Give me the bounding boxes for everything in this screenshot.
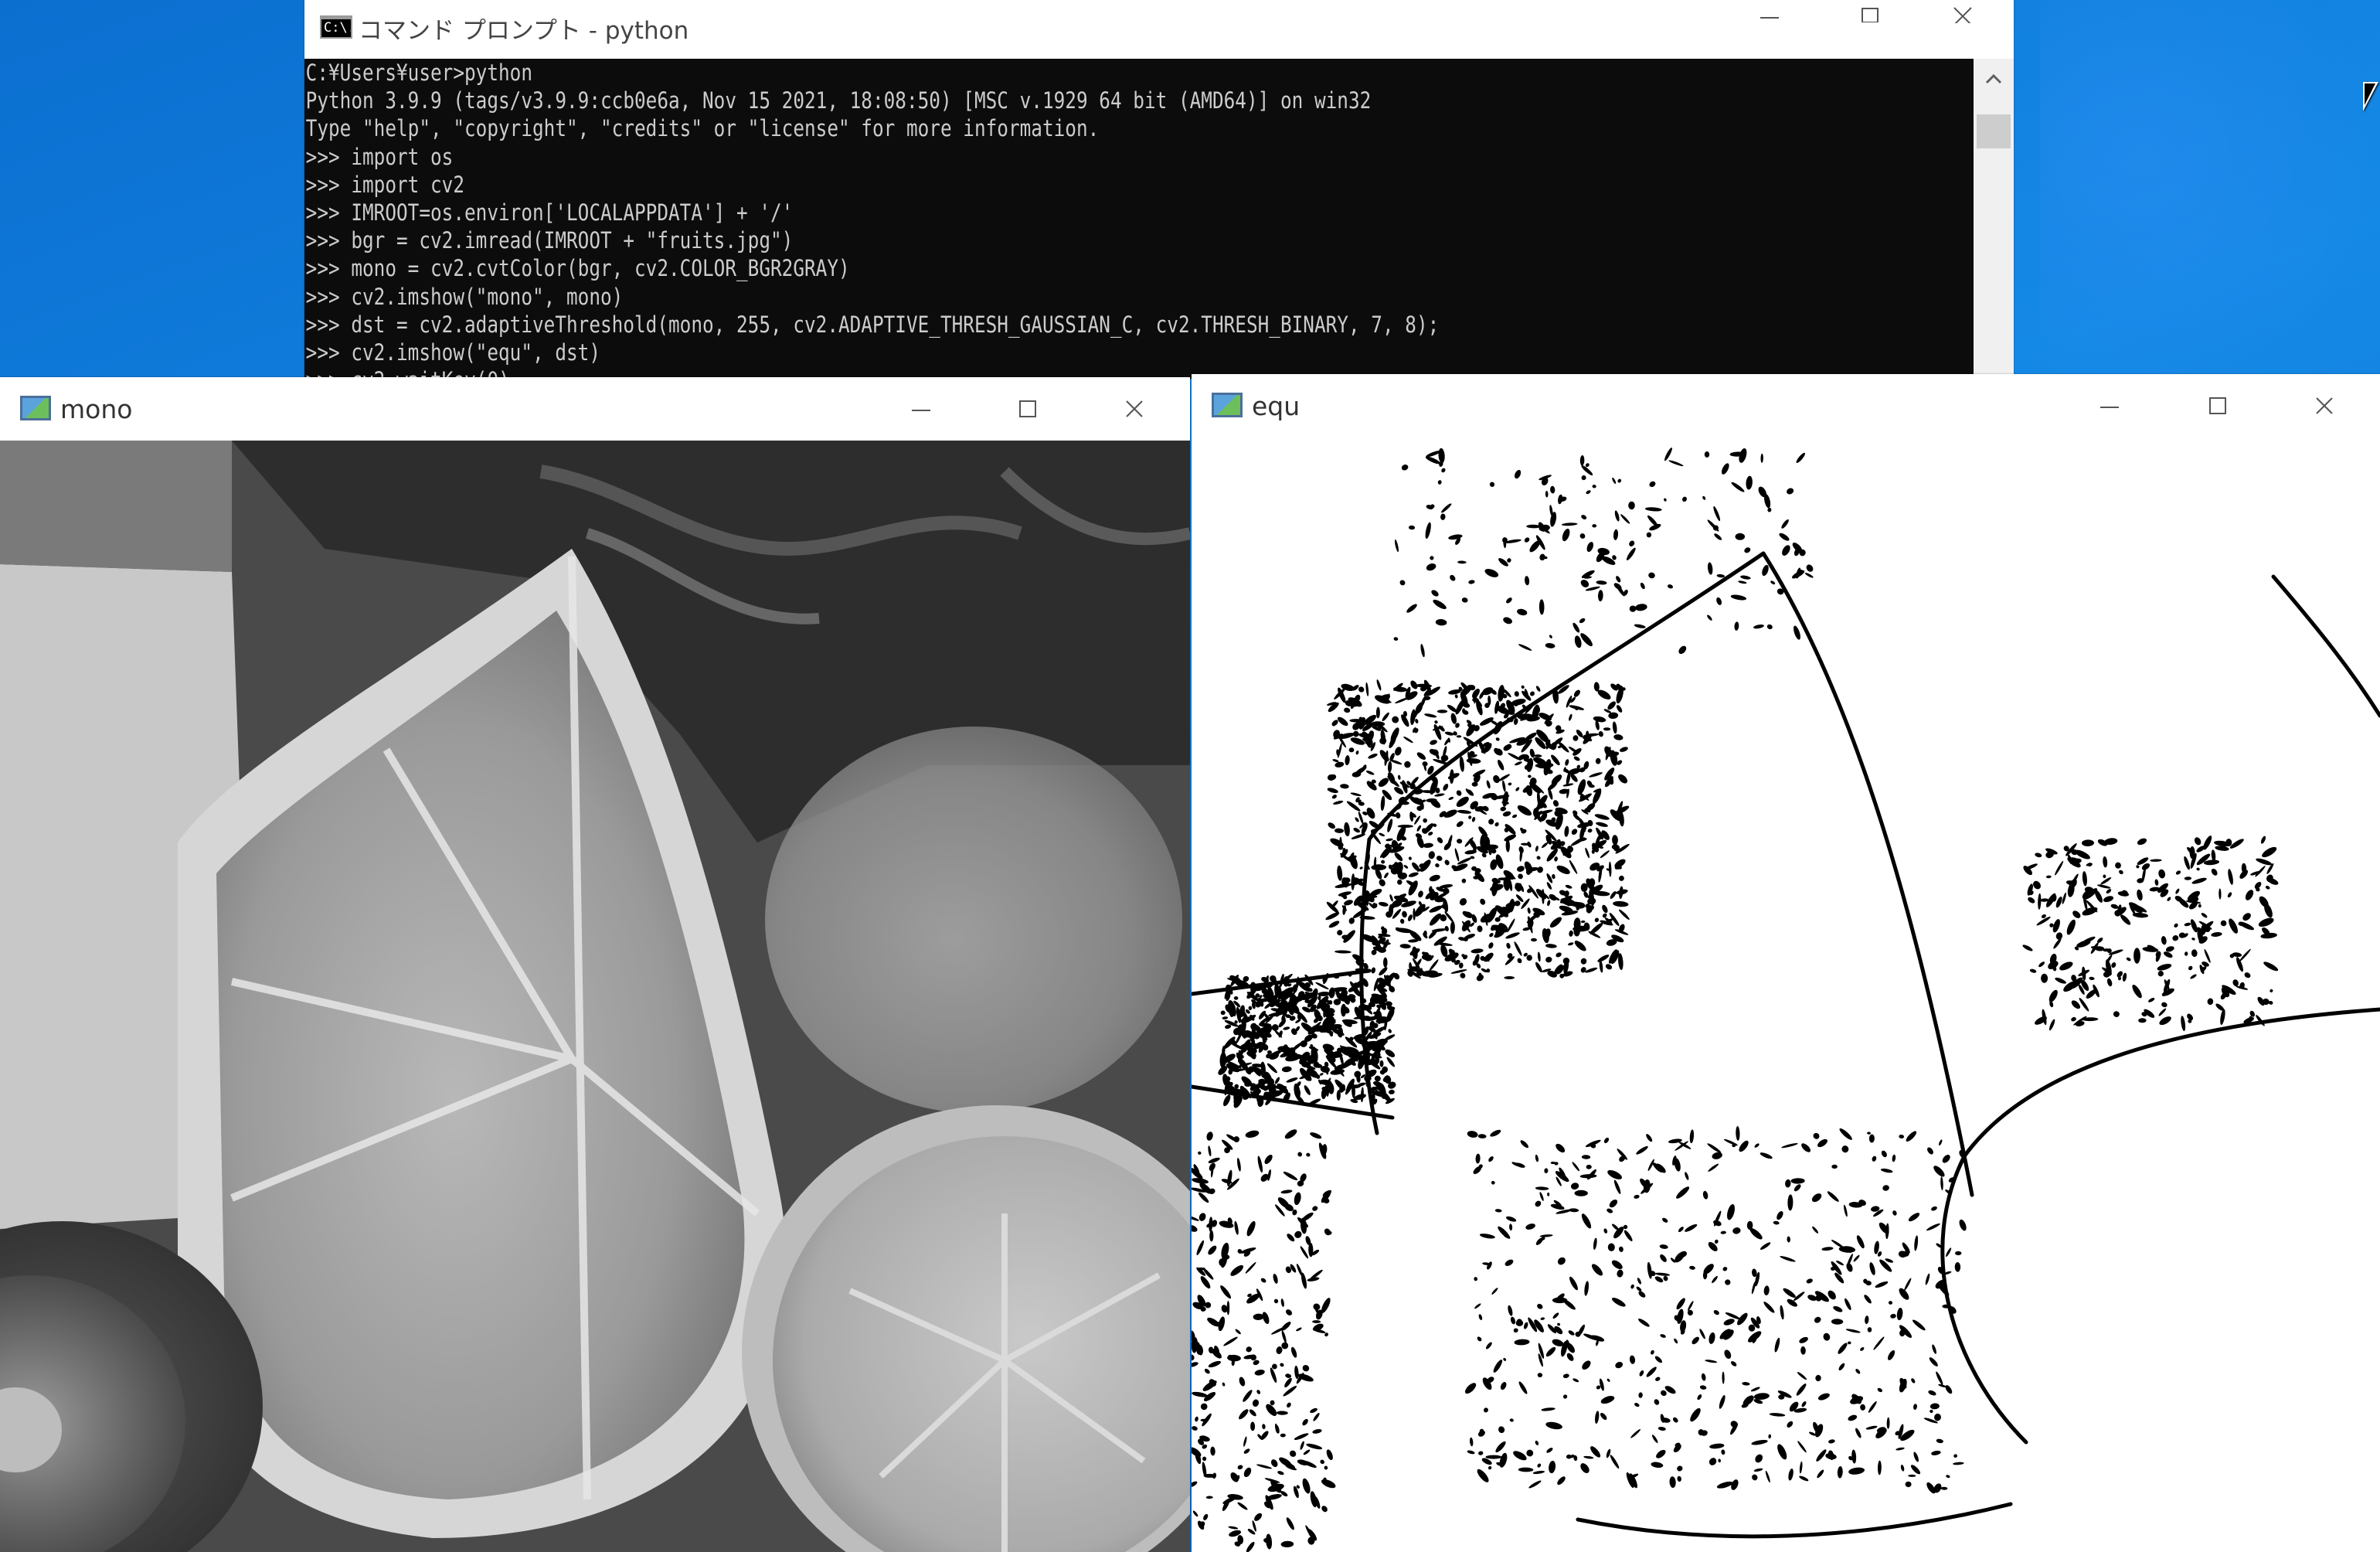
mono-maximize-button[interactable] [981,377,1074,441]
desktop-background [2040,0,2380,402]
equ-image[interactable] [1192,437,2380,1552]
console-title: コマンド プロンプト - python [359,17,689,45]
minimize-icon [1760,17,1779,19]
mono-minimize-button[interactable] [875,377,967,441]
mono-window[interactable]: mono [0,377,1190,1552]
command-prompt-window[interactable]: C:\. コマンド プロンプト - python C:¥Users¥user>p… [304,0,2014,379]
console-app-icon: C:\. [320,15,352,39]
console-line: >>> import os [305,143,454,170]
close-icon [1126,400,1143,417]
console-output[interactable]: C:¥Users¥user>python Python 3.9.9 (tags/… [304,59,1974,379]
grayscale-fruits-image [0,441,1190,1552]
equ-titlebar[interactable]: equ [1192,374,2380,437]
console-scrollbar[interactable] [1974,59,2014,379]
minimize-icon [912,410,930,411]
console-titlebar[interactable]: C:\. コマンド プロンプト - python [304,0,2014,59]
equ-title: equ [1252,391,1300,421]
mono-title: mono [60,394,133,424]
equ-maximize-button[interactable] [2171,374,2264,437]
console-minimize-button[interactable] [1723,0,1816,26]
console-maximize-button[interactable] [1824,0,1916,26]
thresholded-fruits-image [1192,437,2380,1552]
maximize-icon [1019,400,1036,417]
console-line: >>> mono = cv2.cvtColor(bgr, cv2.COLOR_B… [305,255,850,282]
maximize-icon [2209,397,2226,414]
equ-window[interactable]: equ [1192,374,2380,1552]
mono-image[interactable] [0,441,1190,1552]
mouse-cursor [2363,82,2378,111]
mono-titlebar[interactable]: mono [0,377,1190,441]
image-window-icon [1212,393,1243,417]
equ-close-button[interactable] [2278,374,2371,437]
console-line: Python 3.9.9 (tags/v3.9.9:ccb0e6a, Nov 1… [305,87,1372,114]
console-line: C:¥Users¥user>python [305,60,533,86]
scroll-thumb[interactable] [1977,114,2011,148]
console-line: >>> cv2.imshow("mono", mono) [305,283,624,310]
console-line: >>> bgr = cv2.imread(IMROOT + "fruits.jp… [305,227,794,254]
maximize-icon [1862,8,1878,22]
console-close-button[interactable] [1916,0,2009,26]
scroll-up-button[interactable] [1974,59,2014,99]
console-line: Type "help", "copyright", "credits" or "… [305,115,1100,142]
console-line: >>> import cv2 [305,171,465,198]
close-icon [2316,397,2333,414]
mono-close-button[interactable] [1088,377,1181,441]
close-icon [1953,7,1972,23]
console-line: >>> dst = cv2.adaptiveThreshold(mono, 25… [305,311,1440,338]
chevron-up-icon [1985,73,2002,84]
console-line: >>> cv2.imshow("equ", dst) [305,339,601,366]
equ-minimize-button[interactable] [2063,374,2156,437]
minimize-icon [2100,407,2119,408]
console-line: >>> IMROOT=os.environ['LOCALAPPDATA'] + … [305,199,794,226]
image-window-icon [20,396,51,420]
